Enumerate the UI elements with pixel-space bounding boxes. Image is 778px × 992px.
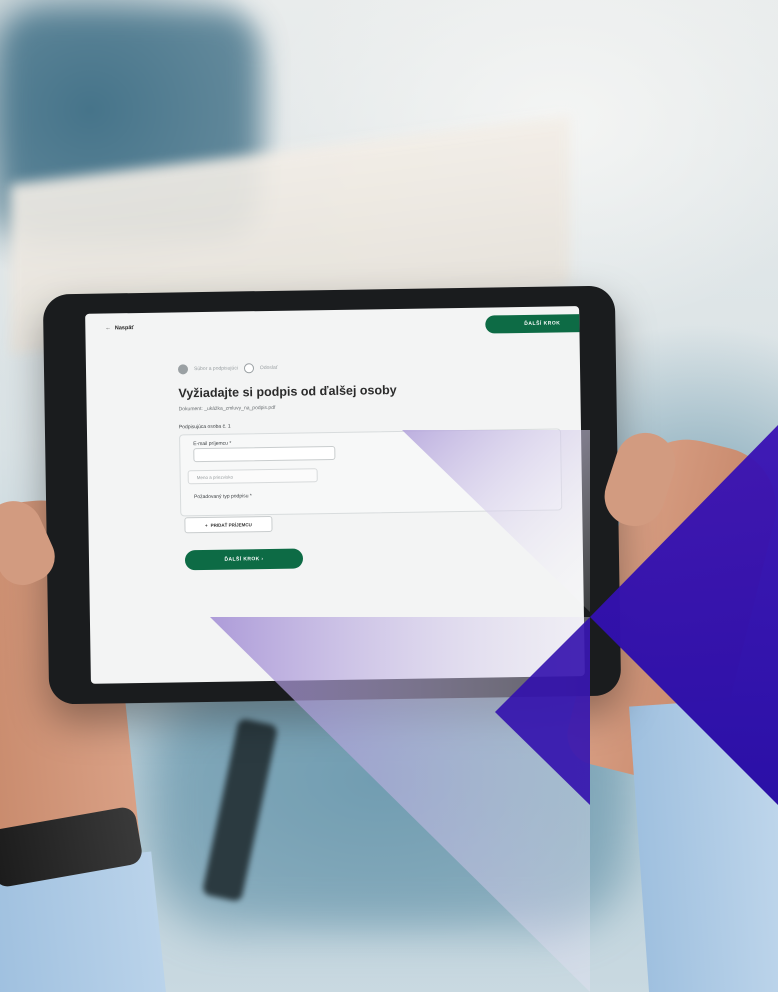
plus-icon: + [204,522,208,528]
add-recipient-button[interactable]: + PRIDAŤ PRÍJEMCU [184,515,273,534]
photo-scene: ← Naspäť ĎALŠÍ KROK Súbor a podpisujúci … [0,0,778,992]
email-input[interactable] [193,445,336,463]
next-step-button-top[interactable]: ĎALŠÍ KROK [485,313,585,334]
step-1-label: Súbor a podpisujúci [193,365,238,373]
tablet-screen: ← Naspäť ĎALŠÍ KROK Súbor a podpisujúci … [85,306,585,684]
next-step-button-bottom[interactable]: ĎALŠÍ KROK › [184,548,304,571]
document-name: Dokument: _ukážka_zmluvy_na_podpis.pdf [178,404,276,413]
step-radio-icon [243,363,254,374]
back-link[interactable]: ← Naspäť [105,325,134,331]
signer-heading: Podpisujúca osoba č. 1 [178,423,231,431]
page-title: Vyžiadajte si podpis od ďalšej osoby [178,382,397,401]
step-2-label: Odoslať [259,364,278,372]
email-label: E-mail príjemcu * [193,440,232,448]
right-sleeve [629,694,778,992]
back-link-label: Naspäť [114,325,135,332]
tablet-device: ← Naspäť ĎALŠÍ KROK Súbor a podpisujúci … [42,285,622,705]
name-input[interactable]: Meno a priezvisko [187,468,318,485]
step-indicator: Súbor a podpisujúci Odoslať [177,363,278,375]
add-recipient-label: PRIDAŤ PRÍJEMCU [210,521,252,528]
back-arrow-icon: ← [105,325,111,332]
step-radio-icon [177,364,189,375]
signature-type-select[interactable]: Požadovaný typ podpisu * [194,493,252,500]
